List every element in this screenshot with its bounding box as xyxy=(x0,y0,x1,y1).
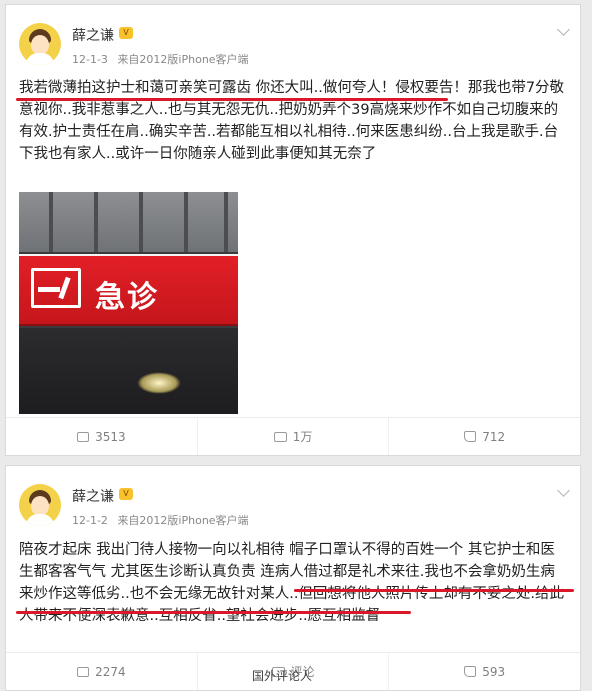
chevron-down-icon[interactable] xyxy=(557,23,570,36)
repost-icon xyxy=(77,431,90,442)
post-source: 来自2012版iPhone客户端 xyxy=(117,53,249,66)
photo-beam xyxy=(49,192,53,252)
photo-lamp xyxy=(137,372,181,394)
post-actions: 3513 1万 712 xyxy=(6,417,580,455)
post-date[interactable]: 12-1-2 xyxy=(72,514,108,527)
red-underline xyxy=(16,98,448,101)
like-icon xyxy=(464,666,477,677)
photo-beam xyxy=(224,192,228,252)
like-button[interactable]: 712 xyxy=(388,418,580,455)
post-meta: 12-1-2 来自2012版iPhone客户端 xyxy=(72,512,249,528)
repost-icon xyxy=(77,666,90,677)
repost-count: 3513 xyxy=(95,429,126,444)
post-photo[interactable]: 急诊 xyxy=(19,192,238,414)
weibo-post-1: 薛之谦 V 12-1-3 来自2012版iPhone客户端 我若微薄拍这护士和蔼… xyxy=(5,4,581,456)
chevron-down-icon[interactable] xyxy=(557,484,570,497)
weibo-post-2: 薛之谦 V 12-1-2 来自2012版iPhone客户端 陪夜才起床 我出门待… xyxy=(5,465,581,691)
red-underline xyxy=(16,611,411,614)
stretcher-bar xyxy=(38,287,60,292)
comment-count: 1万 xyxy=(292,430,313,444)
avatar-face xyxy=(31,496,49,516)
red-underline xyxy=(294,589,574,592)
stretcher-icon xyxy=(31,268,81,308)
photo-beam xyxy=(94,192,98,252)
vip-badge-icon: V xyxy=(119,27,133,39)
emergency-sign: 急诊 xyxy=(19,254,238,326)
avatar[interactable] xyxy=(19,23,61,65)
sign-text: 急诊 xyxy=(95,280,159,315)
author-name[interactable]: 薛之谦 xyxy=(72,25,114,45)
photo-beam xyxy=(184,192,188,252)
repost-button[interactable]: 2274 xyxy=(6,653,197,690)
comment-button[interactable]: 1万 xyxy=(196,418,389,455)
like-count: 712 xyxy=(482,429,506,444)
repost-count: 2274 xyxy=(95,664,126,679)
vip-badge-icon: V xyxy=(119,488,133,500)
avatar-body xyxy=(26,53,54,65)
photo-lower xyxy=(19,328,238,414)
avatar[interactable] xyxy=(19,484,61,526)
repost-button[interactable]: 3513 xyxy=(6,418,197,455)
avatar-face xyxy=(31,35,49,55)
comment-icon xyxy=(273,431,287,442)
like-icon xyxy=(464,431,477,442)
like-count: 593 xyxy=(482,664,506,679)
stretcher-figure xyxy=(58,276,71,300)
photo-beam xyxy=(139,192,143,252)
watermark: 国外评论人 xyxy=(252,669,313,683)
like-button[interactable]: 593 xyxy=(388,653,580,690)
post-text: 陪夜才起床 我出门待人接物一向以礼相待 帽子口罩认不得的百姓一个 其它护士和医生… xyxy=(19,542,565,624)
post-date[interactable]: 12-1-3 xyxy=(72,53,108,66)
post-source: 来自2012版iPhone客户端 xyxy=(117,514,249,527)
post-meta: 12-1-3 来自2012版iPhone客户端 xyxy=(72,51,249,67)
author-name[interactable]: 薛之谦 xyxy=(72,486,114,506)
avatar-body xyxy=(26,514,54,526)
post-text: 我若微薄拍这护士和蔼可亲笑可露齿 你还大叫..做何夸人！侵权要告！那我也带7分敬… xyxy=(19,80,565,162)
